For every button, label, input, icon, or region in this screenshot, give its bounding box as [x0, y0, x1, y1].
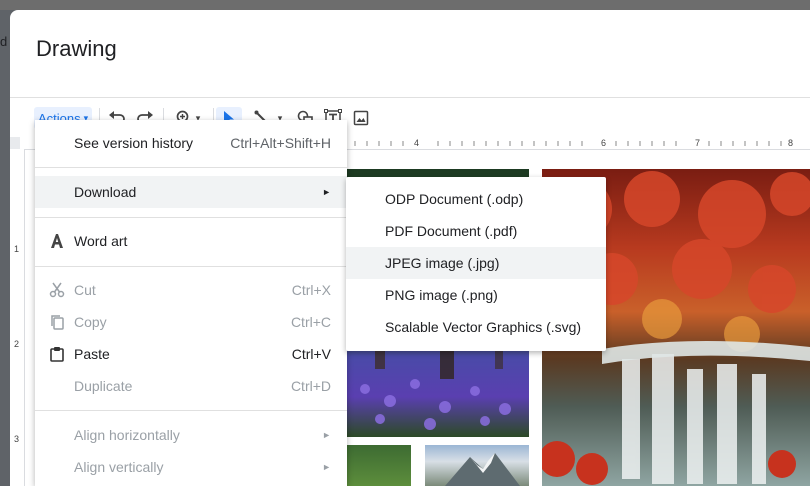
submenu-item-label: ODP Document (.odp) — [385, 191, 524, 207]
ruler-label: 4 — [414, 138, 420, 148]
paste-icon — [50, 347, 64, 362]
submenu-arrow-icon: ► — [322, 430, 331, 440]
ruler-label: 7 — [695, 138, 701, 148]
menu-item-cut[interactable]: Cut Ctrl+X — [35, 274, 347, 306]
copy-icon — [51, 315, 64, 330]
submenu-arrow-icon: ► — [322, 187, 331, 197]
menu-item-word-art[interactable]: Word art — [35, 225, 347, 257]
submenu-item-label: PDF Document (.pdf) — [385, 223, 518, 239]
ruler-label: 3 — [14, 434, 20, 444]
insert-image-button[interactable] — [350, 107, 372, 129]
menu-item-shortcut: Ctrl+D — [290, 378, 331, 394]
submenu-item-jpeg[interactable]: JPEG image (.jpg) — [346, 247, 606, 279]
menu-item-label: Word art — [74, 233, 128, 249]
menu-item-copy[interactable]: Copy Ctrl+C — [35, 306, 347, 338]
menu-item-label: Duplicate — [74, 378, 133, 394]
menu-item-align-vertically[interactable]: Align vertically ► — [35, 451, 347, 483]
submenu-arrow-icon: ► — [322, 462, 331, 472]
download-submenu: ODP Document (.odp) PDF Document (.pdf) … — [346, 177, 606, 351]
ruler-label: 2 — [14, 339, 20, 349]
mountain-illustration — [445, 453, 520, 486]
dialog-title: Drawing — [36, 36, 117, 61]
submenu-item-png[interactable]: PNG image (.png) — [346, 279, 606, 311]
menu-item-shortcut: Ctrl+Alt+Shift+H — [230, 135, 331, 151]
menu-item-label: See version history — [74, 135, 194, 151]
image-icon — [353, 110, 369, 126]
menu-item-label: Paste — [74, 346, 110, 362]
cut-icon — [49, 282, 65, 298]
submenu-item-label: Scalable Vector Graphics (.svg) — [385, 319, 582, 335]
submenu-item-odp[interactable]: ODP Document (.odp) — [346, 183, 606, 215]
menu-item-label: Align horizontally — [74, 427, 180, 443]
submenu-item-label: PNG image (.png) — [385, 287, 498, 303]
menu-item-version-history[interactable]: See version history Ctrl+Alt+Shift+H — [35, 127, 347, 159]
background-doc-text: d — [0, 34, 8, 49]
menu-item-duplicate[interactable]: Duplicate Ctrl+D — [35, 370, 347, 402]
ruler-label: 6 — [601, 138, 607, 148]
menu-divider — [35, 266, 347, 267]
menu-item-label: Copy — [74, 314, 107, 330]
menu-item-label: Download — [74, 184, 137, 200]
ruler-vertical: 1 2 3 — [10, 149, 25, 486]
menu-item-align-horizontally[interactable]: Align horizontally ► — [35, 419, 347, 451]
submenu-item-svg[interactable]: Scalable Vector Graphics (.svg) — [346, 311, 606, 343]
meadow-photo[interactable] — [345, 445, 411, 486]
menu-item-shortcut: Ctrl+X — [291, 282, 331, 298]
menu-divider — [35, 217, 347, 218]
mountain-photo[interactable] — [425, 445, 529, 486]
actions-menu: See version history Ctrl+Alt+Shift+H Dow… — [35, 120, 347, 486]
menu-item-label: Align vertically — [74, 459, 164, 475]
ruler-label: 1 — [14, 244, 20, 254]
menu-divider — [35, 410, 347, 411]
menu-item-paste[interactable]: Paste Ctrl+V — [35, 338, 347, 370]
menu-item-shortcut: Ctrl+V — [291, 346, 331, 362]
word-art-icon — [51, 234, 63, 248]
menu-divider — [35, 167, 347, 168]
menu-item-label: Cut — [74, 282, 96, 298]
background-window-edge — [0, 0, 810, 10]
menu-item-shortcut: Ctrl+C — [290, 314, 331, 330]
submenu-item-pdf[interactable]: PDF Document (.pdf) — [346, 215, 606, 247]
submenu-item-label: JPEG image (.jpg) — [385, 255, 500, 271]
ruler-label: 8 — [788, 138, 794, 148]
menu-item-download[interactable]: Download ► — [35, 176, 347, 208]
